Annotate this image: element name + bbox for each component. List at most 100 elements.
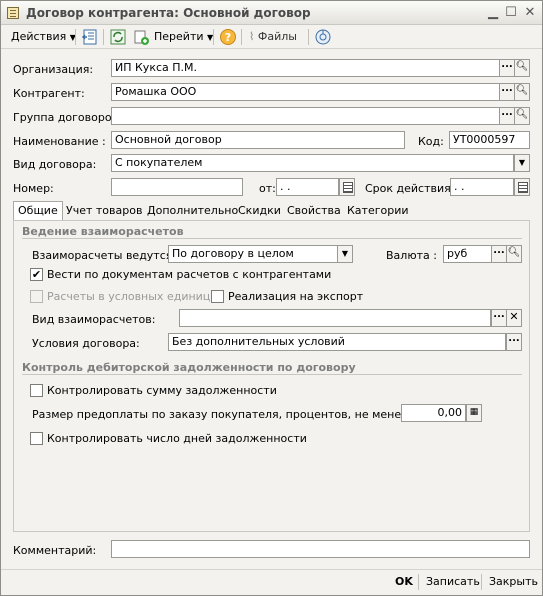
contract-form-window: Договор контрагента: Основной договор ▁ … <box>0 0 543 596</box>
separator <box>481 574 482 590</box>
separator <box>75 29 76 45</box>
tab-general[interactable]: Общие <box>13 201 63 221</box>
currency-label: Валюта : <box>386 249 437 262</box>
number-label: Номер: <box>13 182 54 195</box>
separator <box>213 29 214 45</box>
separator <box>418 574 419 590</box>
calendar-icon[interactable] <box>514 178 530 196</box>
svg-text:?: ? <box>225 31 231 44</box>
section-divider <box>22 374 522 375</box>
comment-field[interactable] <box>111 540 530 558</box>
conditional-units-label: Расчеты в условных единицах <box>47 290 224 303</box>
search-icon[interactable]: 🔍︎ <box>514 83 530 101</box>
dropdown-arrow-icon[interactable]: ▼ <box>337 245 353 263</box>
actions-menu[interactable]: Действия ▼ <box>11 27 76 47</box>
conditional-units-checkbox[interactable] <box>30 290 43 303</box>
name-label: Наименование : <box>13 135 106 148</box>
tab-properties[interactable]: Свойства <box>283 202 345 221</box>
tab-bar: Общие Учет товаров Дополнительно Скидки … <box>13 201 530 221</box>
structure-of-subordination-icon[interactable] <box>314 28 332 46</box>
save-button[interactable]: Записать <box>426 575 480 588</box>
settlement-type-label: Вид взаиморасчетов: <box>32 313 156 326</box>
by-documents-label: Вести по документам расчетов с контраген… <box>47 268 332 281</box>
counterparty-field[interactable]: Ромашка ООО <box>111 83 500 101</box>
search-icon[interactable]: 🔍︎ <box>514 59 530 77</box>
date-from-label: от: <box>259 182 276 195</box>
separator <box>103 29 104 45</box>
calendar-icon[interactable] <box>339 178 355 196</box>
footer-bar: OK Записать Закрыть <box>1 569 542 595</box>
separator <box>241 29 242 45</box>
contract-terms-select-button[interactable]: ... <box>506 333 522 351</box>
control-days-checkbox[interactable] <box>30 432 43 445</box>
goto-label: Перейти <box>154 30 204 43</box>
title-bar[interactable]: Договор контрагента: Основной договор ▁ … <box>1 1 542 25</box>
code-label: Код: <box>418 135 444 148</box>
separator <box>308 29 309 45</box>
validity-label: Срок действия: <box>365 182 455 195</box>
organization-field[interactable]: ИП Кукса П.М. <box>111 59 500 77</box>
contract-group-label: Группа договоров: <box>13 111 122 124</box>
number-field[interactable] <box>111 178 243 196</box>
ok-button[interactable]: OK <box>395 575 413 588</box>
export-checkbox[interactable] <box>211 290 224 303</box>
validity-field[interactable]: . . <box>450 178 514 196</box>
document-icon <box>7 7 19 19</box>
close-icon[interactable]: ✕ <box>522 5 538 21</box>
contract-terms-label: Условия договора: <box>32 337 140 350</box>
search-icon[interactable]: 🔍︎ <box>506 245 522 263</box>
control-days-label: Контролировать число дней задолженности <box>47 432 307 445</box>
dropdown-arrow-icon[interactable]: ▼ <box>514 154 530 172</box>
contract-type-select[interactable]: С покупателем <box>111 154 514 172</box>
tab-panel-general: Ведение взаиморасчетов Взаиморасчеты вед… <box>13 220 530 532</box>
counterparty-label: Контрагент: <box>13 87 85 100</box>
clear-icon[interactable]: ✕ <box>506 309 522 327</box>
maximize-icon[interactable]: ☐ <box>503 5 519 21</box>
toolbar: Действия ▼ Перейти ▼ ? ⌇ Файлы <box>1 25 542 49</box>
currency-field[interactable]: руб <box>443 245 492 263</box>
calculator-icon[interactable]: ▦ <box>466 404 482 422</box>
debt-control-section-header: Контроль дебиторской задолженности по до… <box>22 361 356 374</box>
goto-menu[interactable]: Перейти ▼ <box>154 27 213 47</box>
organization-select-button[interactable]: ... <box>499 59 515 77</box>
contract-group-select-button[interactable]: ... <box>499 107 515 125</box>
minimize-icon[interactable]: ▁ <box>485 5 501 21</box>
files-label: Файлы <box>257 30 297 43</box>
control-debt-checkbox[interactable] <box>30 384 43 397</box>
prepayment-field[interactable]: 0,00 <box>401 404 466 422</box>
prepayment-label: Размер предоплаты по заказу покупателя, … <box>32 408 412 421</box>
counterparty-select-button[interactable]: ... <box>499 83 515 101</box>
tab-discounts[interactable]: Скидки <box>234 202 285 221</box>
by-documents-checkbox[interactable]: ✔ <box>30 268 43 281</box>
paperclip-icon: ⌇ <box>249 30 255 43</box>
export-label: Реализация на экспорт <box>228 290 364 303</box>
contract-group-field[interactable] <box>111 107 500 125</box>
organization-label: Организация: <box>13 63 94 76</box>
tab-additional[interactable]: Дополнительно <box>143 202 242 221</box>
control-debt-label: Контролировать сумму задолженности <box>47 384 277 397</box>
go-to-list-icon[interactable] <box>81 28 99 46</box>
actions-label: Действия <box>11 30 67 43</box>
settlements-section-header: Ведение взаиморасчетов <box>22 225 184 238</box>
date-from-field[interactable]: . . <box>276 178 339 196</box>
contract-type-label: Вид договора: <box>13 158 97 171</box>
close-button[interactable]: Закрыть <box>489 575 538 588</box>
tab-categories[interactable]: Категории <box>343 202 413 221</box>
refresh-icon[interactable] <box>109 28 127 46</box>
window-title: Договор контрагента: Основной договор <box>26 6 311 20</box>
search-icon[interactable]: 🔍︎ <box>514 107 530 125</box>
settlement-type-select-button[interactable]: ... <box>491 309 507 327</box>
currency-select-button[interactable]: ... <box>491 245 507 263</box>
section-divider <box>22 238 522 239</box>
code-field[interactable]: УТ0000597 <box>449 131 530 149</box>
copy-document-icon[interactable] <box>132 28 150 46</box>
help-icon[interactable]: ? <box>219 28 237 46</box>
settlements-select[interactable]: По договору в целом <box>168 245 338 263</box>
name-field[interactable]: Основной договор <box>111 131 405 149</box>
comment-label: Комментарий: <box>13 544 97 557</box>
settlements-label: Взаиморасчеты ведутся: <box>32 249 177 262</box>
tab-goods-accounting[interactable]: Учет товаров <box>62 202 146 221</box>
settlement-type-field[interactable] <box>179 309 491 327</box>
contract-terms-field[interactable]: Без дополнительных условий <box>168 333 506 351</box>
files-button[interactable]: ⌇ Файлы <box>249 27 297 47</box>
